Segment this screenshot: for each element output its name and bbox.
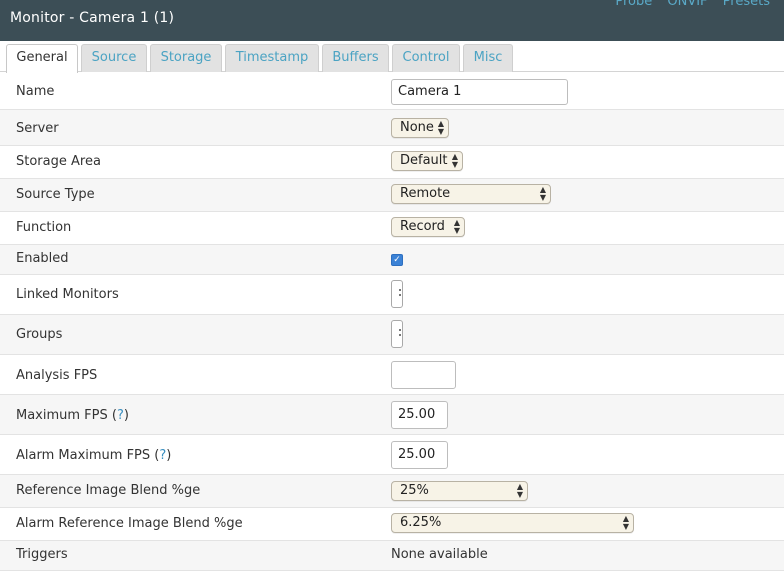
name-label: Name xyxy=(16,84,55,99)
updown-arrow-icon: ▲ ▼ xyxy=(453,218,460,235)
updown-arrow-icon: ▲ ▼ xyxy=(451,152,458,169)
analysis-fps-input[interactable] xyxy=(391,361,456,389)
tab-storage[interactable]: Storage xyxy=(150,44,222,72)
updown-arrow-icon: ▲ ▼ xyxy=(437,119,444,136)
presets-link[interactable]: Presets xyxy=(723,0,770,9)
row-ref-blend: Reference Image Blend %ge 25% ▲ ▼ xyxy=(0,475,784,508)
row-alarm-maximum-fps: Alarm Maximum FPS (?) 25.00 xyxy=(0,435,784,475)
header-links: Probe ONVIF Presets xyxy=(604,0,770,9)
row-enabled: Enabled ✓ xyxy=(0,245,784,275)
source-type-select-value: Remote xyxy=(400,186,451,201)
updown-arrow-icon: ▲ ▼ xyxy=(539,185,546,202)
tab-buffers[interactable]: Buffers xyxy=(322,44,389,72)
alarm-ref-blend-select[interactable]: 6.25% ▲ ▼ xyxy=(391,513,634,533)
ref-blend-label: Reference Image Blend %ge xyxy=(16,483,201,498)
ref-blend-select-value: 25% xyxy=(400,483,429,498)
groups-label: Groups xyxy=(16,327,63,342)
function-label: Function xyxy=(16,220,72,235)
maximum-fps-label-text: Maximum FPS xyxy=(16,408,108,423)
alarm-ref-blend-select-value: 6.25% xyxy=(400,515,442,530)
alarm-maximum-fps-input[interactable]: 25.00 xyxy=(391,441,448,469)
maximum-fps-label: Maximum FPS (?) xyxy=(16,408,129,423)
analysis-fps-label: Analysis FPS xyxy=(16,368,98,383)
row-maximum-fps: Maximum FPS (?) 25.00 xyxy=(0,395,784,435)
window-header: Monitor - Camera 1 (1) Probe ONVIF Prese… xyxy=(0,0,784,41)
alarm-maximum-fps-label: Alarm Maximum FPS (?) xyxy=(16,448,172,463)
storage-area-select-value: Default xyxy=(400,153,448,168)
row-analysis-fps: Analysis FPS xyxy=(0,355,784,395)
name-input[interactable]: Camera 1 xyxy=(391,79,568,105)
source-type-label: Source Type xyxy=(16,187,95,202)
server-select[interactable]: None ▲ ▼ xyxy=(391,118,449,138)
server-label: Server xyxy=(16,121,59,136)
linked-monitors-select[interactable] xyxy=(391,280,403,308)
alarm-ref-blend-label: Alarm Reference Image Blend %ge xyxy=(16,516,243,531)
tab-misc[interactable]: Misc xyxy=(463,44,513,72)
ref-blend-select[interactable]: 25% ▲ ▼ xyxy=(391,481,528,501)
triggers-label: Triggers xyxy=(16,547,68,562)
tab-bar: General Source Storage Timestamp Buffers… xyxy=(0,41,784,73)
function-select-value: Record xyxy=(400,219,445,234)
row-groups: Groups xyxy=(0,315,784,355)
server-select-value: None xyxy=(400,120,434,135)
alarm-maximum-fps-help-link[interactable]: ? xyxy=(159,448,166,463)
row-linked-monitors: Linked Monitors xyxy=(0,275,784,315)
tab-general[interactable]: General xyxy=(6,44,78,73)
row-alarm-ref-blend: Alarm Reference Image Blend %ge 6.25% ▲ ▼ xyxy=(0,508,784,541)
row-triggers: Triggers None available xyxy=(0,541,784,571)
row-storage-area: Storage Area Default ▲ ▼ xyxy=(0,146,784,179)
row-source-type: Source Type Remote ▲ ▼ xyxy=(0,179,784,212)
source-type-select[interactable]: Remote ▲ ▼ xyxy=(391,184,551,204)
row-function: Function Record ▲ ▼ xyxy=(0,212,784,245)
storage-area-select[interactable]: Default ▲ ▼ xyxy=(391,151,463,171)
maximum-fps-input[interactable]: 25.00 xyxy=(391,401,448,429)
row-server: Server None ▲ ▼ xyxy=(0,110,784,146)
onvif-link[interactable]: ONVIF xyxy=(667,0,707,9)
row-name: Name Camera 1 xyxy=(0,73,784,110)
enabled-checkbox[interactable]: ✓ xyxy=(391,254,403,266)
maximum-fps-help-link[interactable]: ? xyxy=(117,408,124,423)
tab-control[interactable]: Control xyxy=(392,44,460,72)
probe-link[interactable]: Probe xyxy=(615,0,652,9)
updown-arrow-icon: ▲ ▼ xyxy=(516,482,523,499)
tab-source[interactable]: Source xyxy=(81,44,147,72)
updown-arrow-icon: ▲ ▼ xyxy=(622,514,629,531)
alarm-maximum-fps-label-text: Alarm Maximum FPS xyxy=(16,448,151,463)
storage-area-label: Storage Area xyxy=(16,154,101,169)
linked-monitors-label: Linked Monitors xyxy=(16,287,119,302)
tab-timestamp[interactable]: Timestamp xyxy=(225,44,319,72)
groups-select[interactable] xyxy=(391,320,403,348)
triggers-value: None available xyxy=(391,547,488,562)
page-title: Monitor - Camera 1 (1) xyxy=(10,10,175,26)
function-select[interactable]: Record ▲ ▼ xyxy=(391,217,465,237)
enabled-label: Enabled xyxy=(16,251,69,266)
